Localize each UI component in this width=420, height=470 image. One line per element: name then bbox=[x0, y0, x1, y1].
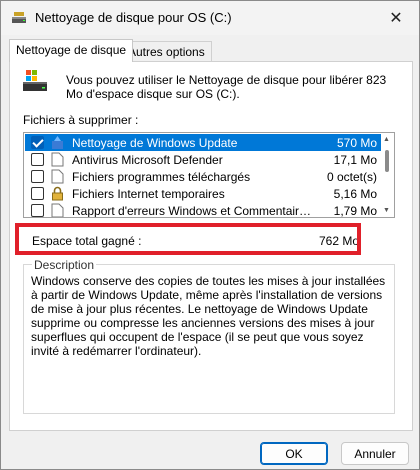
list-scrollbar[interactable]: ▲ ▼ bbox=[381, 134, 393, 216]
item-checkbox[interactable] bbox=[31, 204, 44, 217]
ok-button[interactable]: OK bbox=[260, 442, 328, 465]
title-bar[interactable]: Nettoyage de disque pour OS (C:) ✕ bbox=[1, 1, 419, 35]
list-item[interactable]: Fichiers programmes téléchargés 0 octet(… bbox=[25, 168, 383, 185]
files-list[interactable]: Nettoyage de Windows Update 570 Mo Antiv… bbox=[23, 132, 395, 218]
item-name: Antivirus Microsoft Defender bbox=[72, 153, 223, 167]
file-icon bbox=[51, 169, 64, 184]
scroll-thumb[interactable] bbox=[385, 150, 389, 172]
item-name: Rapport d'erreurs Windows et Commentaire… bbox=[72, 204, 312, 218]
item-name: Nettoyage de Windows Update bbox=[72, 136, 238, 150]
tab-panel-disk-cleanup: Vous pouvez utiliser le Nettoyage de dis… bbox=[9, 61, 413, 431]
lock-icon bbox=[52, 186, 63, 201]
item-name: Fichiers programmes téléchargés bbox=[72, 170, 251, 184]
close-icon: ✕ bbox=[389, 10, 403, 27]
tab-disk-cleanup[interactable]: Nettoyage de disque bbox=[9, 39, 134, 62]
file-icon bbox=[51, 203, 64, 217]
scroll-up-icon[interactable]: ▲ bbox=[383, 136, 390, 143]
window-title: Nettoyage de disque pour OS (C:) bbox=[35, 10, 232, 25]
windows-update-icon bbox=[52, 136, 63, 149]
file-icon bbox=[51, 152, 64, 167]
tab-more-options[interactable]: Autres options bbox=[121, 41, 212, 62]
item-checkbox[interactable] bbox=[31, 136, 44, 149]
item-size: 17,1 Mo bbox=[333, 153, 377, 167]
cancel-button[interactable]: Annuler bbox=[341, 442, 409, 465]
total-space-row: Espace total gagné : 762 Mo bbox=[23, 230, 395, 252]
list-item[interactable]: Rapport d'erreurs Windows et Commentaire… bbox=[25, 202, 383, 218]
list-item[interactable]: Fichiers Internet temporaires 5,16 Mo bbox=[25, 185, 383, 202]
close-button[interactable]: ✕ bbox=[373, 1, 419, 35]
item-name: Fichiers Internet temporaires bbox=[72, 187, 225, 201]
item-checkbox[interactable] bbox=[31, 170, 44, 183]
total-space-value: 762 Mo bbox=[319, 234, 360, 248]
description-legend: Description bbox=[32, 258, 97, 272]
item-size: 5,16 Mo bbox=[333, 187, 377, 201]
drive-icon bbox=[23, 70, 47, 91]
description-group: Description Windows conserve des copies … bbox=[23, 258, 395, 414]
scroll-down-icon[interactable]: ▼ bbox=[383, 207, 390, 214]
intro-text: Vous pouvez utiliser le Nettoyage de dis… bbox=[66, 73, 387, 101]
disk-cleanup-window: Nettoyage de disque pour OS (C:) ✕ Netto… bbox=[0, 0, 420, 470]
total-space-label: Espace total gagné : bbox=[32, 234, 142, 248]
list-item[interactable]: Antivirus Microsoft Defender 17,1 Mo bbox=[25, 151, 383, 168]
disk-cleanup-icon bbox=[12, 12, 26, 23]
files-to-delete-label: Fichiers à supprimer : bbox=[23, 113, 139, 127]
item-size: 570 Mo bbox=[336, 136, 377, 150]
item-size: 1,79 Mo bbox=[333, 204, 377, 218]
item-checkbox[interactable] bbox=[31, 187, 44, 200]
description-text: Windows conserve des copies de toutes le… bbox=[31, 274, 386, 358]
item-size: 0 octet(s) bbox=[326, 170, 377, 184]
item-checkbox[interactable] bbox=[31, 153, 44, 166]
list-item[interactable]: Nettoyage de Windows Update 570 Mo bbox=[25, 134, 383, 151]
